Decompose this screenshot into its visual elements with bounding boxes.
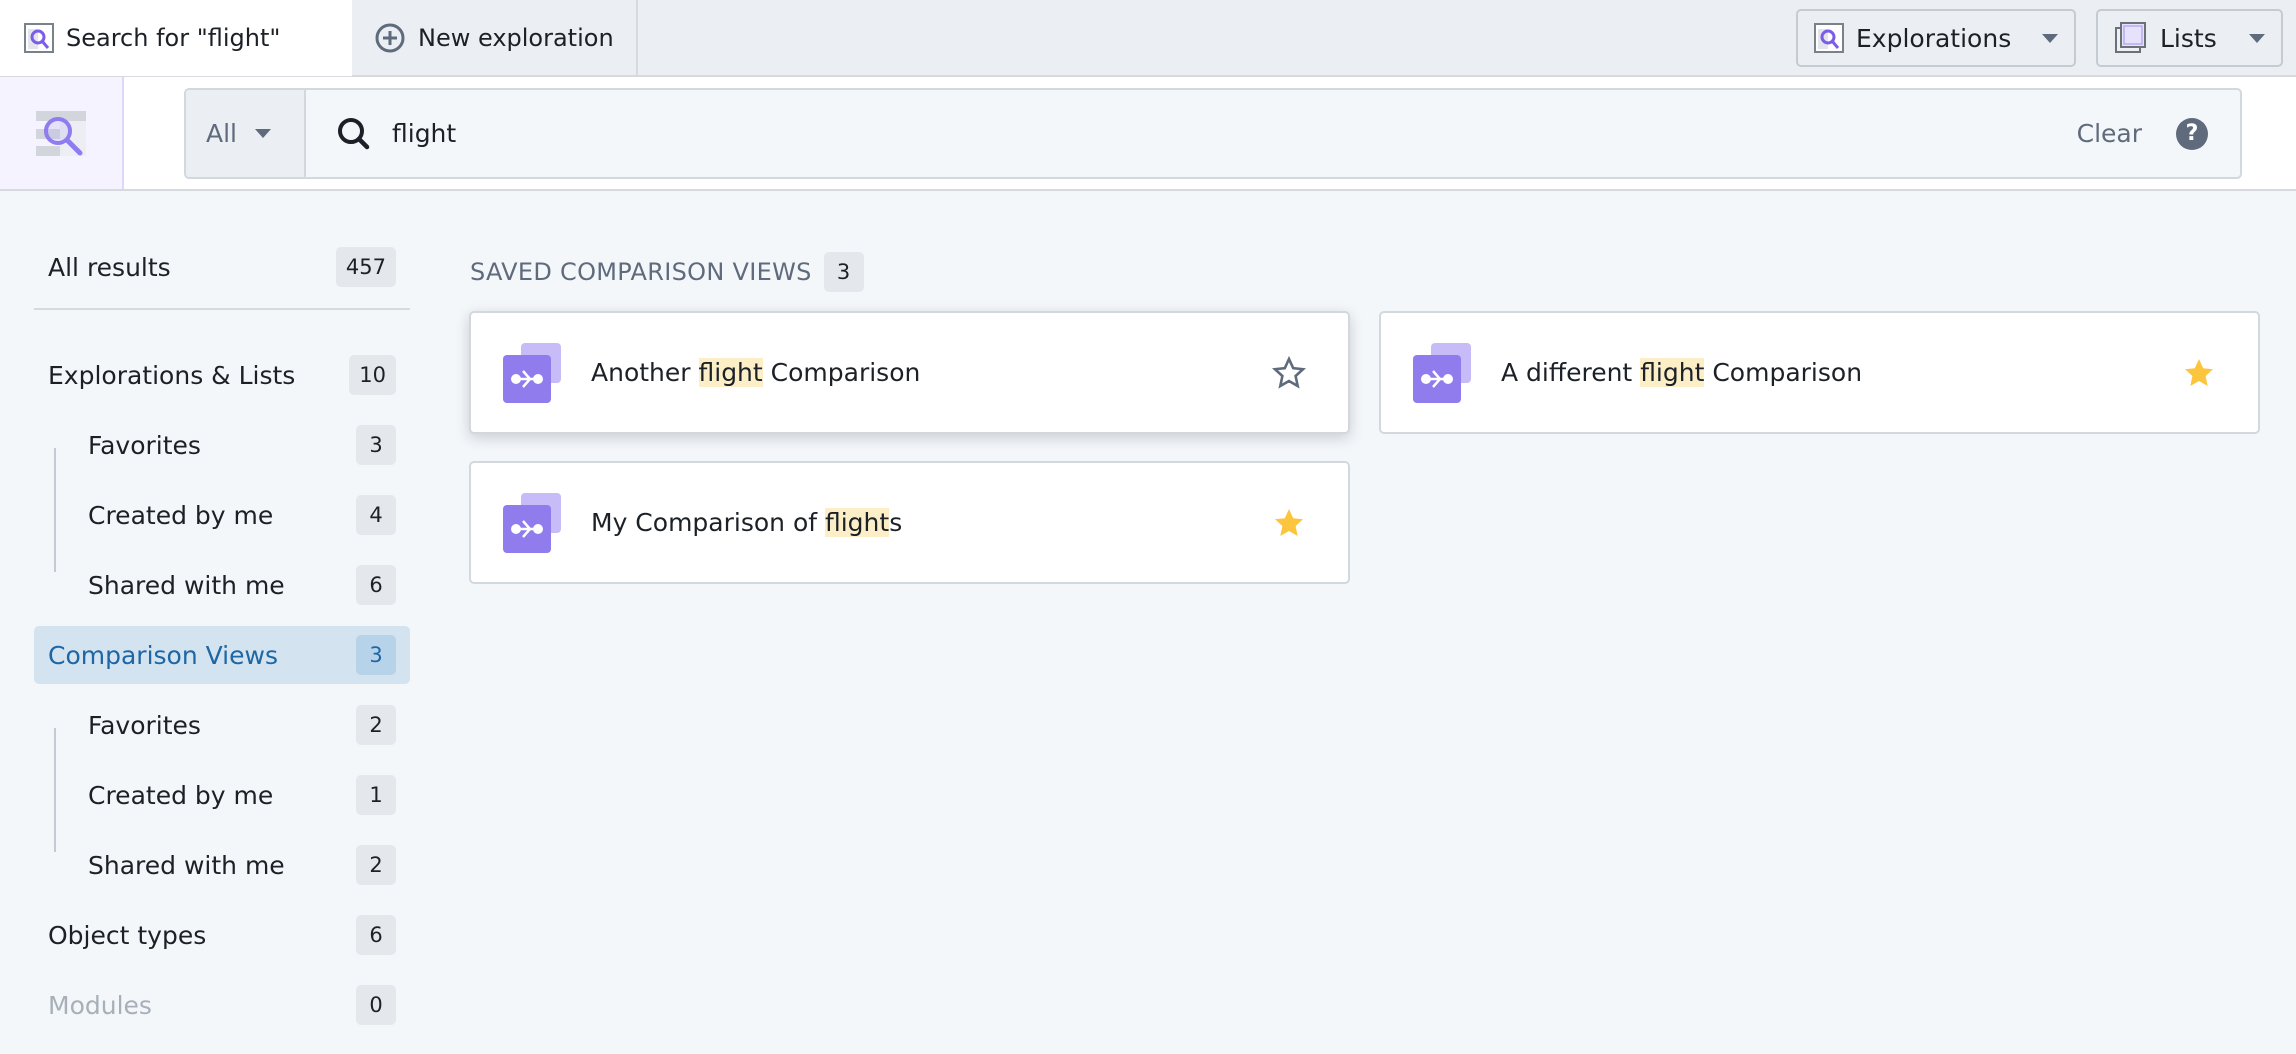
search-icon bbox=[338, 117, 370, 149]
sidebar-item-label: Created by me bbox=[88, 780, 274, 810]
search-logo-icon bbox=[36, 111, 86, 156]
tab-label: New exploration bbox=[418, 24, 614, 52]
count-badge: 10 bbox=[349, 355, 396, 395]
search-match-highlight: flight bbox=[1640, 358, 1705, 387]
question-icon[interactable]: ? bbox=[2176, 117, 2208, 150]
explorations-subgroup: Favorites 3 Created by me 4 Shared with … bbox=[34, 416, 410, 614]
star-outline-icon[interactable] bbox=[1272, 355, 1306, 390]
sidebar-item-label: Shared with me bbox=[88, 570, 285, 600]
top-bar: Search for "flight" New exploration Expl… bbox=[0, 0, 2296, 77]
star-filled-icon[interactable] bbox=[1272, 506, 1306, 540]
comparison-card[interactable]: Another flight Comparison bbox=[469, 311, 1350, 434]
section-header: SAVED COMPARISON VIEWS 3 bbox=[470, 252, 864, 292]
sidebar-item-label: Modules bbox=[48, 990, 152, 1020]
sidebar-item-label: Favorites bbox=[88, 430, 201, 460]
count-badge: 2 bbox=[356, 845, 396, 885]
search-match-highlight: flight bbox=[698, 358, 763, 387]
tab-search-results[interactable]: Search for "flight" bbox=[0, 0, 352, 76]
comparison-view-icon bbox=[503, 342, 561, 403]
comparison-subgroup: Favorites 2 Created by me 1 Shared with … bbox=[34, 696, 410, 894]
count-badge: 2 bbox=[356, 705, 396, 745]
count-badge: 457 bbox=[335, 247, 396, 287]
sidebar-item-explorations-lists[interactable]: Explorations & Lists 10 bbox=[34, 346, 410, 404]
search-scope-select[interactable]: All bbox=[186, 90, 306, 177]
card-title: Another flight Comparison bbox=[591, 358, 921, 387]
sidebar-item-created-by-me[interactable]: Created by me 4 bbox=[34, 486, 410, 544]
search-document-icon bbox=[24, 23, 54, 53]
count-badge: 3 bbox=[356, 635, 396, 675]
comparison-card[interactable]: A different flight Comparison bbox=[1379, 311, 2260, 434]
stacked-list-icon bbox=[2115, 22, 2146, 53]
sidebar-item-created-by-me[interactable]: Created by me 1 bbox=[34, 766, 410, 824]
search-input[interactable] bbox=[392, 103, 2077, 164]
comparison-view-icon bbox=[503, 492, 561, 553]
search-document-icon bbox=[1814, 23, 1844, 53]
star-filled-icon[interactable] bbox=[2182, 356, 2216, 390]
comparison-card[interactable]: My Comparison of flights bbox=[469, 461, 1350, 584]
search-box: All Clear ? bbox=[184, 88, 2242, 179]
search-match-highlight: flight bbox=[824, 508, 890, 537]
scope-value: All bbox=[206, 119, 237, 148]
count-badge: 0 bbox=[356, 985, 396, 1025]
card-title: My Comparison of flights bbox=[591, 508, 903, 537]
lists-label: Lists bbox=[2160, 23, 2217, 53]
chevron-down-icon bbox=[2042, 33, 2058, 43]
lists-dropdown[interactable]: Lists bbox=[2096, 9, 2283, 67]
sidebar-item-shared-with-me[interactable]: Shared with me 6 bbox=[34, 556, 410, 614]
plus-circle-icon bbox=[375, 23, 405, 53]
sidebar-item-label: All results bbox=[48, 252, 171, 282]
sidebar-item-all-results[interactable]: All results 457 bbox=[34, 238, 410, 296]
sidebar-item-favorites[interactable]: Favorites 3 bbox=[34, 416, 410, 474]
comparison-view-icon bbox=[1413, 342, 1471, 403]
count-badge: 3 bbox=[356, 425, 396, 465]
count-badge: 4 bbox=[356, 495, 396, 535]
search-row: All Clear ? bbox=[0, 77, 2296, 191]
divider bbox=[34, 308, 410, 310]
count-badge: 6 bbox=[356, 915, 396, 955]
result-filter-sidebar: All results 457 Explorations & Lists 10 … bbox=[34, 238, 410, 1046]
count-badge: 3 bbox=[823, 252, 864, 292]
tab-label: Search for "flight" bbox=[66, 24, 281, 52]
sidebar-item-label: Shared with me bbox=[88, 850, 285, 880]
chevron-down-icon bbox=[255, 129, 271, 138]
sidebar-item-object-types[interactable]: Object types 6 bbox=[34, 906, 410, 964]
sidebar-item-favorites[interactable]: Favorites 2 bbox=[34, 696, 410, 754]
sidebar-item-label: Created by me bbox=[88, 500, 274, 530]
search-app-logo bbox=[0, 77, 124, 189]
explorations-label: Explorations bbox=[1856, 23, 2012, 53]
clear-button[interactable]: Clear bbox=[2077, 119, 2142, 148]
sidebar-item-label: Object types bbox=[48, 920, 207, 950]
card-title: A different flight Comparison bbox=[1501, 358, 1863, 387]
sidebar-item-label: Comparison Views bbox=[48, 640, 278, 670]
count-badge: 1 bbox=[356, 775, 396, 815]
explorations-dropdown[interactable]: Explorations bbox=[1796, 9, 2076, 67]
sidebar-item-modules: Modules 0 bbox=[34, 976, 410, 1034]
chevron-down-icon bbox=[2249, 33, 2265, 43]
sidebar-item-label: Favorites bbox=[88, 710, 201, 740]
section-title: SAVED COMPARISON VIEWS bbox=[470, 258, 812, 286]
count-badge: 6 bbox=[356, 565, 396, 605]
sidebar-item-comparison-views[interactable]: Comparison Views 3 bbox=[34, 626, 410, 684]
tab-new-exploration[interactable]: New exploration bbox=[352, 0, 638, 76]
sidebar-item-shared-with-me[interactable]: Shared with me 2 bbox=[34, 836, 410, 894]
sidebar-item-label: Explorations & Lists bbox=[48, 360, 296, 390]
